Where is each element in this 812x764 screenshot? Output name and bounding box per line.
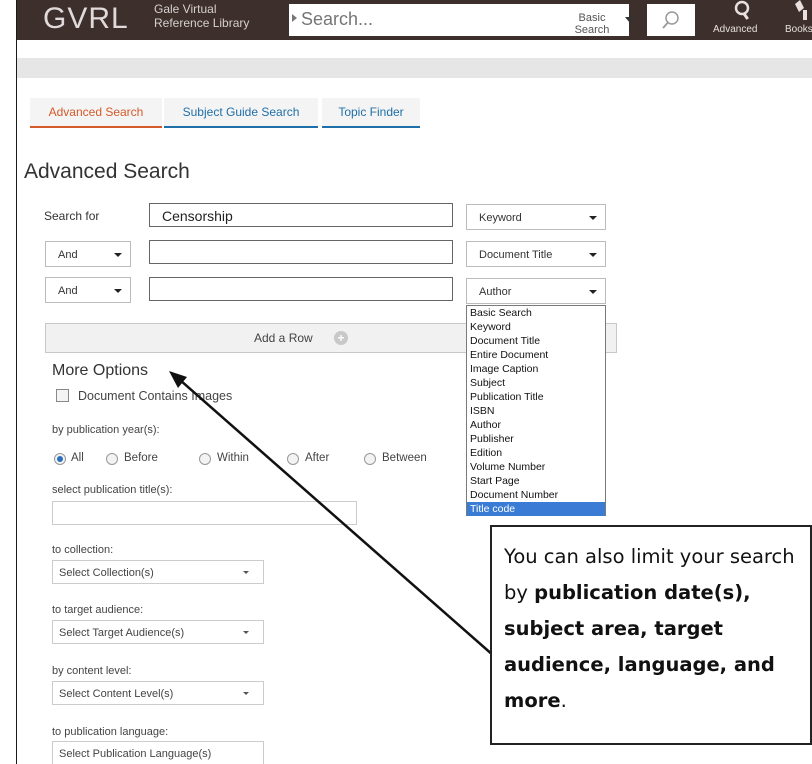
callout-text-bold: publication date(s), subject area, targe…	[504, 581, 775, 712]
callout-text-2: .	[560, 689, 567, 712]
callout-box: You can also limit your search by public…	[490, 525, 812, 745]
screenshot-frame: GVRL Gale Virtual Reference Library Basi…	[0, 0, 812, 764]
